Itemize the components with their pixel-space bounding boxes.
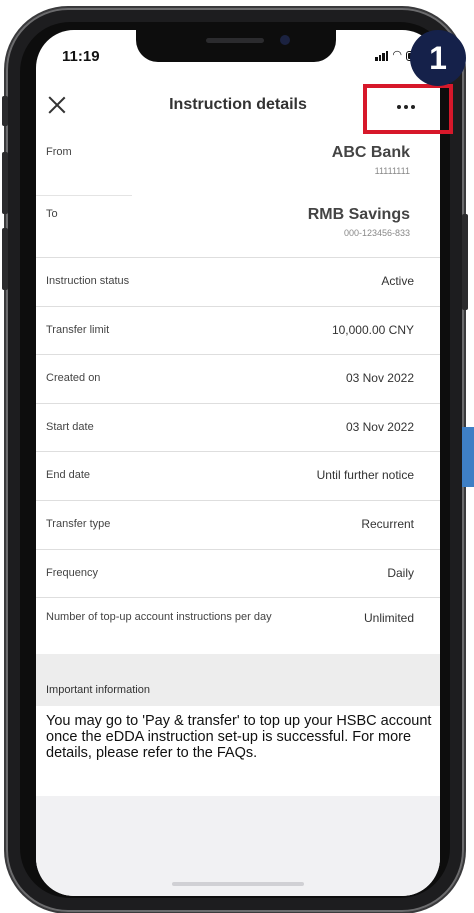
important-info-text: You may go to 'Pay & transfer' to top up…: [46, 713, 432, 761]
detail-label: Created on: [46, 372, 101, 385]
from-bank-name: ABC Bank: [331, 144, 410, 161]
detail-row-created-on: Created on 03 Nov 2022: [36, 355, 440, 404]
detail-label: Transfer limit: [46, 323, 110, 336]
details-list: From ABC Bank 11111111 To RMB Savings 00…: [36, 134, 440, 662]
detail-value: Unlimited: [363, 611, 414, 626]
detail-row-transfer-type: Transfer type Recurrent: [36, 501, 440, 550]
detail-row-instruction-status: Instruction status Active: [36, 258, 440, 307]
detail-row-start-date: Start date 03 Nov 2022: [36, 404, 440, 453]
detail-label: Number of top-up account instructions pe…: [46, 611, 272, 624]
speaker-grille: [206, 38, 264, 43]
detail-label: Frequency: [46, 566, 98, 579]
detail-row-transfer-limit: Transfer limit 10,000.00 CNY: [36, 307, 440, 356]
detail-label: End date: [46, 469, 91, 482]
front-camera: [280, 35, 290, 45]
detail-label: Instruction status: [46, 275, 130, 287]
bottom-area: [36, 796, 440, 896]
important-info-title: Important information: [46, 684, 150, 696]
detail-value: Until further notice: [316, 468, 414, 483]
signal-icon: [375, 50, 389, 61]
home-indicator: [172, 882, 304, 886]
detail-row-end-date: End date Until further notice: [36, 452, 440, 501]
detail-value: 03 Nov 2022: [345, 419, 414, 434]
to-account-number: 000-123456-833: [343, 228, 410, 238]
side-button-volume-down: [2, 228, 8, 290]
detail-value: 10,000.00 CNY: [331, 322, 414, 337]
detail-value: Active: [381, 274, 414, 288]
from-label: From: [46, 146, 72, 158]
from-account-row: From ABC Bank 11111111: [36, 134, 440, 196]
from-account-number: 11111111: [374, 166, 410, 176]
side-button-power: [462, 214, 468, 310]
detail-value: Recurrent: [361, 516, 414, 531]
detail-row-topup-instructions: Number of top-up account instructions pe…: [36, 598, 440, 662]
side-button-volume-up: [2, 152, 8, 214]
notch: [136, 30, 336, 62]
step-badge: 1: [410, 30, 466, 86]
detail-value: Daily: [387, 565, 414, 580]
detail-label: Start date: [46, 420, 94, 433]
detail-value: 03 Nov 2022: [345, 371, 414, 386]
to-account-row: To RMB Savings 000-123456-833: [36, 196, 440, 258]
to-account-name: RMB Savings: [307, 206, 410, 223]
wifi-icon: ◠: [392, 49, 402, 61]
important-info-header: Important information: [36, 654, 440, 706]
side-tab: [462, 427, 474, 487]
status-time: 11:19: [62, 48, 100, 65]
to-label: To: [46, 208, 58, 220]
side-button-silent: [2, 96, 8, 126]
phone-screen: 11:19 ◠ Instruction details From ABC Ban…: [36, 30, 440, 896]
detail-label: Transfer type: [46, 517, 111, 530]
highlight-box: [363, 84, 453, 134]
detail-row-frequency: Frequency Daily: [36, 550, 440, 599]
